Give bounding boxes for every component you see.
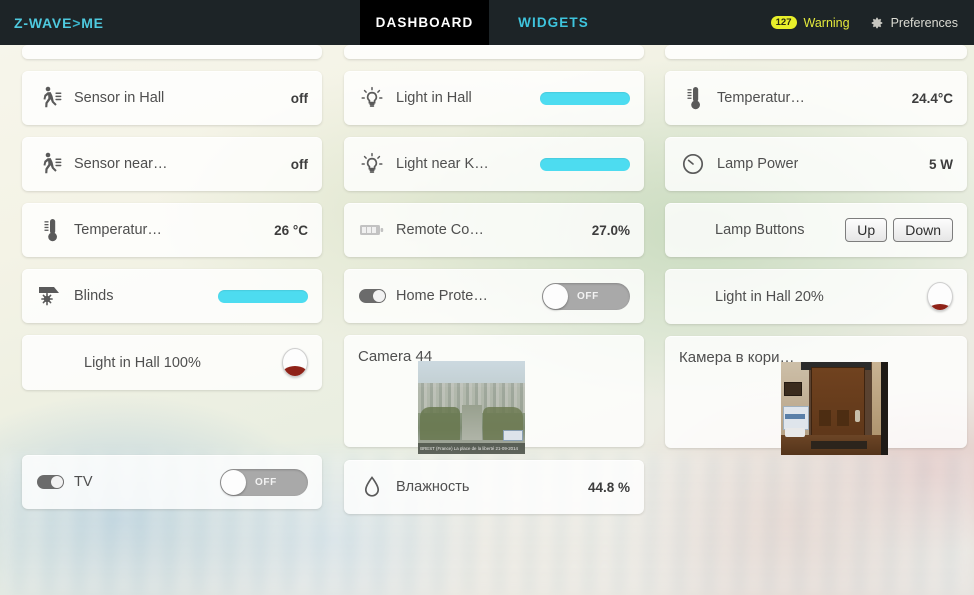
widget-temperature-col3[interactable]: Temperatur… 24.4°C (665, 71, 967, 125)
widget-title: Light near K… (396, 156, 489, 172)
widget-home-protection[interactable]: Home Prote… OFF (344, 269, 644, 323)
widget-value: 44.8 % (587, 479, 630, 495)
widget-title: Light in Hall 100% (84, 354, 201, 371)
widget-value: off (290, 156, 308, 172)
battery-icon (358, 216, 386, 244)
widget-title: Light in Hall (396, 90, 472, 106)
top-navigation-bar: Z-WAVE > ME DASHBOARD WIDGETS 127 Warning … (0, 0, 974, 45)
lightbulb-icon (358, 84, 386, 112)
widget-column-3: Temperatur… 24.4°C Lamp Power 5 W Lamp B… (665, 45, 967, 460)
toggle-icon (358, 282, 386, 310)
widget-tv[interactable]: TV OFF (22, 455, 322, 509)
widget-column-1: Sensor in Hall off Sensor near… off Temp… (22, 45, 322, 521)
gear-icon (870, 16, 884, 30)
logo-chevron-icon: > (72, 14, 82, 31)
light-level-dial[interactable] (282, 348, 308, 377)
humidity-drop-icon (358, 473, 386, 501)
widget-blinds[interactable]: Blinds (22, 269, 322, 323)
widget-title: Sensor near… (74, 156, 168, 172)
toggle-knob (543, 283, 568, 309)
widget-humidity[interactable]: Влажность 44.8 % (344, 460, 644, 514)
blinds-level-slider[interactable] (218, 289, 308, 303)
widget-title: Lamp Buttons (715, 222, 805, 238)
widget-title: Light in Hall 20% (715, 288, 824, 305)
widget-camera-44[interactable]: Camera 44 BREST (France) La place de la … (344, 335, 644, 454)
tab-widgets[interactable]: WIDGETS (489, 0, 618, 45)
motion-sensor-icon (36, 84, 64, 112)
widget-light-in-hall[interactable]: Light in Hall (344, 71, 644, 125)
widget-sensor-near[interactable]: Sensor near… off (22, 137, 322, 191)
warning-indicator[interactable]: 127 Warning (770, 15, 850, 30)
lamp-up-button[interactable]: Up (845, 218, 888, 242)
home-protection-toggle[interactable]: OFF (542, 282, 630, 310)
widget-light-near-kitchen[interactable]: Light near K… (344, 137, 644, 191)
widget-partial-top (665, 45, 967, 59)
widget-partial-top (22, 45, 322, 59)
widget-temperature-col1[interactable]: Temperatur… 26 °C (22, 203, 322, 257)
widget-light-in-hall-20[interactable]: Light in Hall 20% (665, 269, 967, 324)
tv-power-toggle[interactable]: OFF (220, 468, 308, 496)
logo-suffix: ME (81, 14, 104, 31)
dashboard-widget-board: Sensor in Hall off Sensor near… off Temp… (0, 45, 974, 595)
widget-lamp-power[interactable]: Lamp Power 5 W (665, 137, 967, 191)
widget-title: Temperatur… (717, 90, 805, 106)
logo-text: Z-WAVE (14, 14, 73, 31)
widget-value: 5 W (928, 156, 953, 172)
widget-value: 27.0% (591, 222, 630, 238)
toggle-state-label: OFF (255, 476, 277, 488)
widget-value: 26 °C (274, 222, 308, 238)
widget-value: 24.4°C (911, 90, 953, 106)
toggle-icon (36, 468, 64, 496)
light-level-dial[interactable] (927, 282, 953, 311)
warning-count-badge: 127 (770, 16, 797, 29)
widget-value: off (290, 90, 308, 106)
light-level-slider[interactable] (540, 91, 630, 105)
widget-title: Temperatur… (74, 222, 162, 238)
toggle-state-label: OFF (577, 290, 599, 302)
widget-camera-hallway[interactable]: Камера в кори… (665, 336, 967, 455)
hallway-camera-snapshot[interactable] (780, 362, 888, 455)
preferences-link[interactable]: Preferences (870, 16, 958, 30)
widget-title: Камера в кори… (679, 349, 795, 366)
camera-snapshot-caption: BREST (France) La place de la liberté 21… (418, 443, 526, 454)
thermometer-icon (36, 216, 64, 244)
lamp-button-group: Up Down (845, 218, 953, 242)
widget-lamp-buttons[interactable]: Lamp Buttons Up Down (665, 203, 967, 257)
top-bar-right-group: 127 Warning Preferences (770, 0, 974, 45)
widget-title: Sensor in Hall (74, 90, 165, 106)
warning-label: Warning (803, 15, 850, 30)
widget-title: Lamp Power (717, 156, 799, 172)
thermometer-icon (679, 84, 707, 112)
widget-title: Влажность (396, 479, 470, 495)
widget-title: Remote Co… (396, 222, 484, 238)
lamp-down-button[interactable]: Down (893, 218, 953, 242)
lightbulb-icon (358, 150, 386, 178)
widget-sensor-in-hall[interactable]: Sensor in Hall off (22, 71, 322, 125)
camera-44-snapshot[interactable]: BREST (France) La place de la liberté 21… (418, 361, 526, 454)
preferences-label: Preferences (890, 15, 958, 30)
widget-light-in-hall-100[interactable]: Light in Hall 100% (22, 335, 322, 390)
blinds-icon (36, 282, 64, 310)
app-logo[interactable]: Z-WAVE > ME (0, 0, 360, 45)
widget-remote-control-battery[interactable]: Remote Co… 27.0% (344, 203, 644, 257)
motion-sensor-icon (36, 150, 64, 178)
widget-title: TV (74, 474, 93, 490)
power-meter-icon (679, 150, 707, 178)
widget-title: Blinds (74, 288, 114, 304)
widget-partial-top (344, 45, 644, 59)
widget-column-2: Light in Hall Light near K… Remote Co… 2… (344, 45, 644, 526)
toggle-knob (221, 469, 246, 495)
tab-dashboard[interactable]: DASHBOARD (360, 0, 489, 45)
light-level-slider[interactable] (540, 157, 630, 171)
widget-title: Home Prote… (396, 288, 488, 304)
